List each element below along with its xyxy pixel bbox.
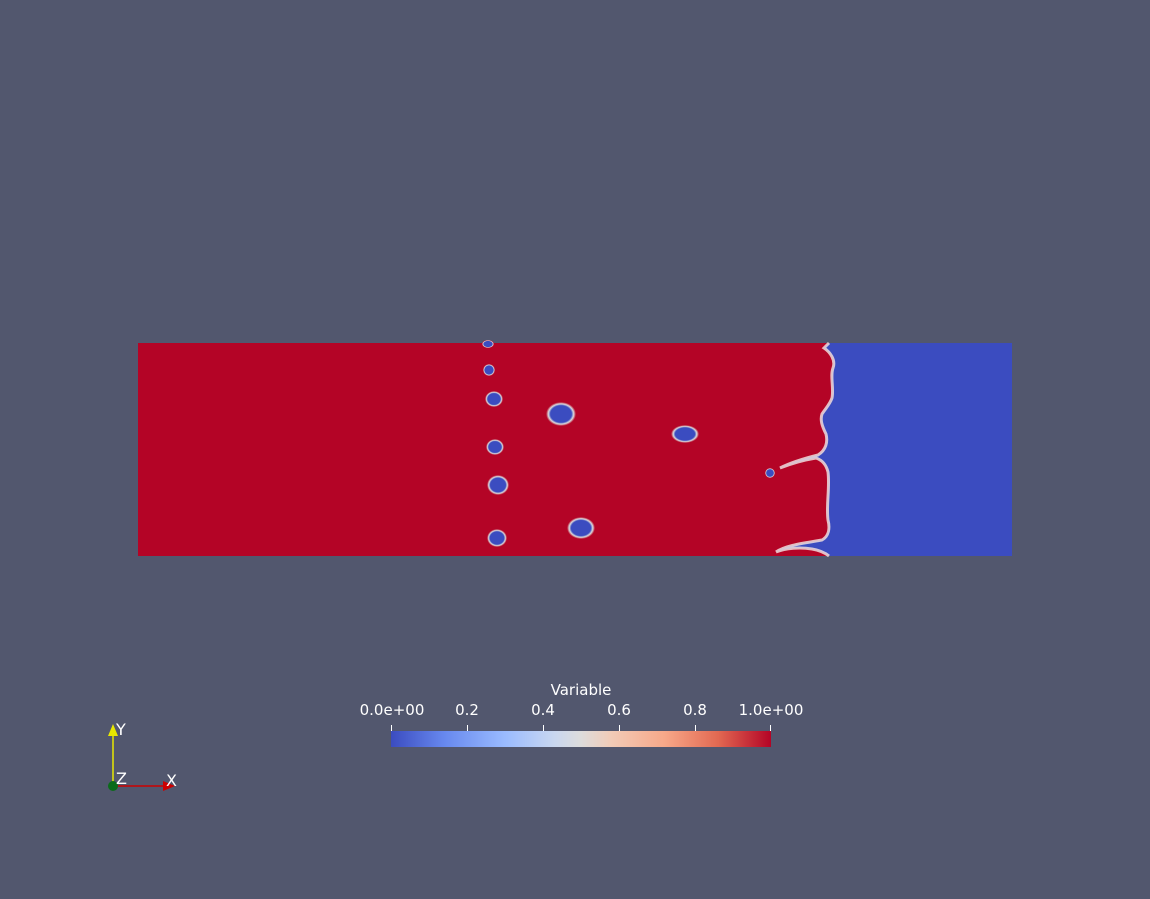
droplet <box>671 425 699 443</box>
colorbar-tick-label: 0.8 <box>683 701 707 719</box>
droplet <box>765 468 775 478</box>
droplet <box>483 364 495 376</box>
droplet <box>567 517 595 539</box>
field-plot <box>108 340 1012 791</box>
droplet <box>487 529 507 547</box>
z-axis-label: Z <box>116 769 127 788</box>
droplet <box>485 391 503 407</box>
colorbar-tick-label: 0.2 <box>455 701 479 719</box>
x-axis-label: X <box>166 771 177 790</box>
droplet <box>546 402 576 426</box>
colorbar-title: Variable <box>550 681 612 699</box>
colorbar-tick-label: 0.4 <box>531 701 555 719</box>
colorbar-tick-label: 1.0e+00 <box>738 701 804 719</box>
colorbar-tick-label: 0.6 <box>607 701 631 719</box>
colorbar <box>391 731 771 747</box>
droplet <box>486 439 504 455</box>
droplet <box>487 475 509 495</box>
y-axis-label: Y <box>116 720 126 739</box>
droplet <box>482 340 494 348</box>
colorbar-tick-label: 0.0e+00 <box>359 701 425 719</box>
render-viewport[interactable]: Y Z X Variable 0.0e+00 0.2 0.4 0.6 0.8 1… <box>0 0 1150 899</box>
